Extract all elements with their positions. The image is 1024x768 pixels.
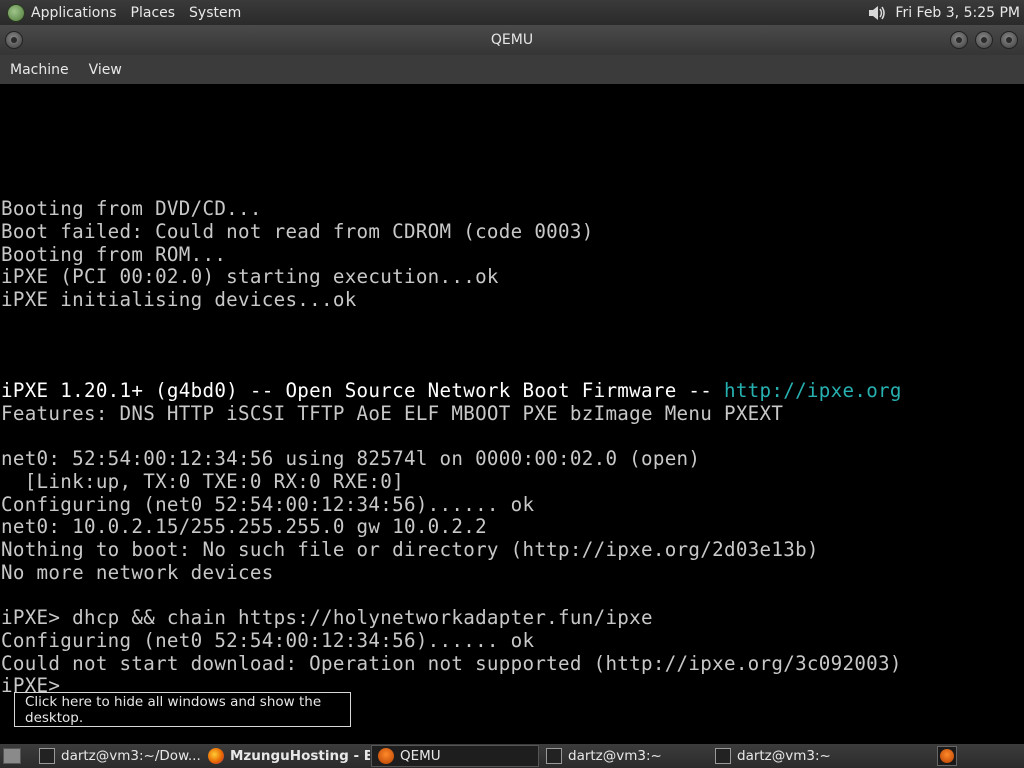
console-line: iPXE initialising devices...ok [1, 288, 357, 311]
console-line: [Link:up, TX:0 TXE:0 RX:0 RXE:0] [1, 470, 404, 493]
task-label: dartz@vm3:~ [568, 748, 662, 764]
menu-system[interactable]: System [189, 5, 241, 21]
show-desktop-button[interactable] [3, 748, 21, 764]
console-banner-line: iPXE 1.20.1+ (g4bd0) -- Open Source Netw… [1, 379, 902, 402]
console-line: iPXE (PCI 00:02.0) starting execution...… [1, 265, 499, 288]
terminal-icon [546, 748, 562, 764]
console-line: net0: 10.0.2.15/255.255.255.0 gw 10.0.2.… [1, 515, 487, 538]
task-button[interactable]: dartz@vm3:~ [709, 745, 877, 767]
console-line: net0: 52:54:00:12:34:56 using 82574l on … [1, 447, 701, 470]
task-label: MzunguHosting - B... [230, 748, 370, 764]
menu-machine[interactable]: Machine [10, 62, 69, 78]
console-line: Features: DNS HTTP iSCSI TFTP AoE ELF MB… [1, 402, 784, 425]
task-label: dartz@vm3:~/Dow... [61, 748, 201, 764]
show-desktop-tooltip: Click here to hide all windows and show … [14, 692, 351, 727]
taskbar: dartz@vm3:~/Dow... MzunguHosting - B... … [0, 744, 1024, 768]
console-line: Configuring (net0 52:54:00:12:34:56)....… [1, 629, 535, 652]
vm-console[interactable]: Booting from DVD/CD... Boot failed: Coul… [0, 84, 1024, 744]
console-line: Booting from ROM... [1, 243, 227, 266]
volume-icon[interactable] [867, 4, 887, 22]
console-line: No more network devices [1, 561, 274, 584]
window-title: QEMU [490, 32, 534, 48]
window-titlebar[interactable]: QEMU [0, 25, 1024, 55]
task-button[interactable]: dartz@vm3:~/Dow... [33, 745, 201, 767]
console-line: iPXE> dhcp && chain https://holynetworka… [1, 606, 653, 629]
close-button[interactable] [1000, 31, 1018, 49]
console-line: Configuring (net0 52:54:00:12:34:56)....… [1, 493, 535, 516]
menu-applications[interactable]: Applications [31, 5, 117, 21]
clock[interactable]: Fri Feb 3, 5:25 PM [895, 5, 1020, 21]
terminal-icon [39, 748, 55, 764]
console-line: Booting from DVD/CD... [1, 197, 262, 220]
window-menu-icon[interactable] [5, 31, 23, 49]
console-line: Nothing to boot: No such file or directo… [1, 538, 819, 561]
banner-link: http://ipxe.org [723, 379, 902, 402]
task-button[interactable]: MzunguHosting - B... [202, 745, 370, 767]
console-line: Could not start download: Operation not … [1, 652, 902, 675]
terminal-icon [715, 748, 731, 764]
qemu-icon [378, 748, 394, 764]
task-label: QEMU [400, 748, 441, 764]
menu-places[interactable]: Places [131, 5, 176, 21]
task-button[interactable]: dartz@vm3:~ [540, 745, 708, 767]
system-tray: Fri Feb 3, 5:25 PM [867, 0, 1024, 25]
banner-text: iPXE 1.20.1+ (g4bd0) -- Open Source Netw… [1, 379, 724, 402]
distro-logo-icon[interactable] [7, 3, 25, 22]
task-button-active[interactable]: QEMU [371, 745, 539, 767]
window-menubar: Machine View [0, 55, 1024, 84]
minimize-button[interactable] [950, 31, 968, 49]
top-panel: Applications Places System Fri Feb 3, 5:… [0, 0, 1024, 25]
task-label: dartz@vm3:~ [737, 748, 831, 764]
firefox-icon [208, 748, 224, 764]
tray-qemu-icon[interactable] [937, 746, 957, 766]
menu-view[interactable]: View [89, 62, 122, 78]
maximize-button[interactable] [975, 31, 993, 49]
console-line: Boot failed: Could not read from CDROM (… [1, 220, 594, 243]
